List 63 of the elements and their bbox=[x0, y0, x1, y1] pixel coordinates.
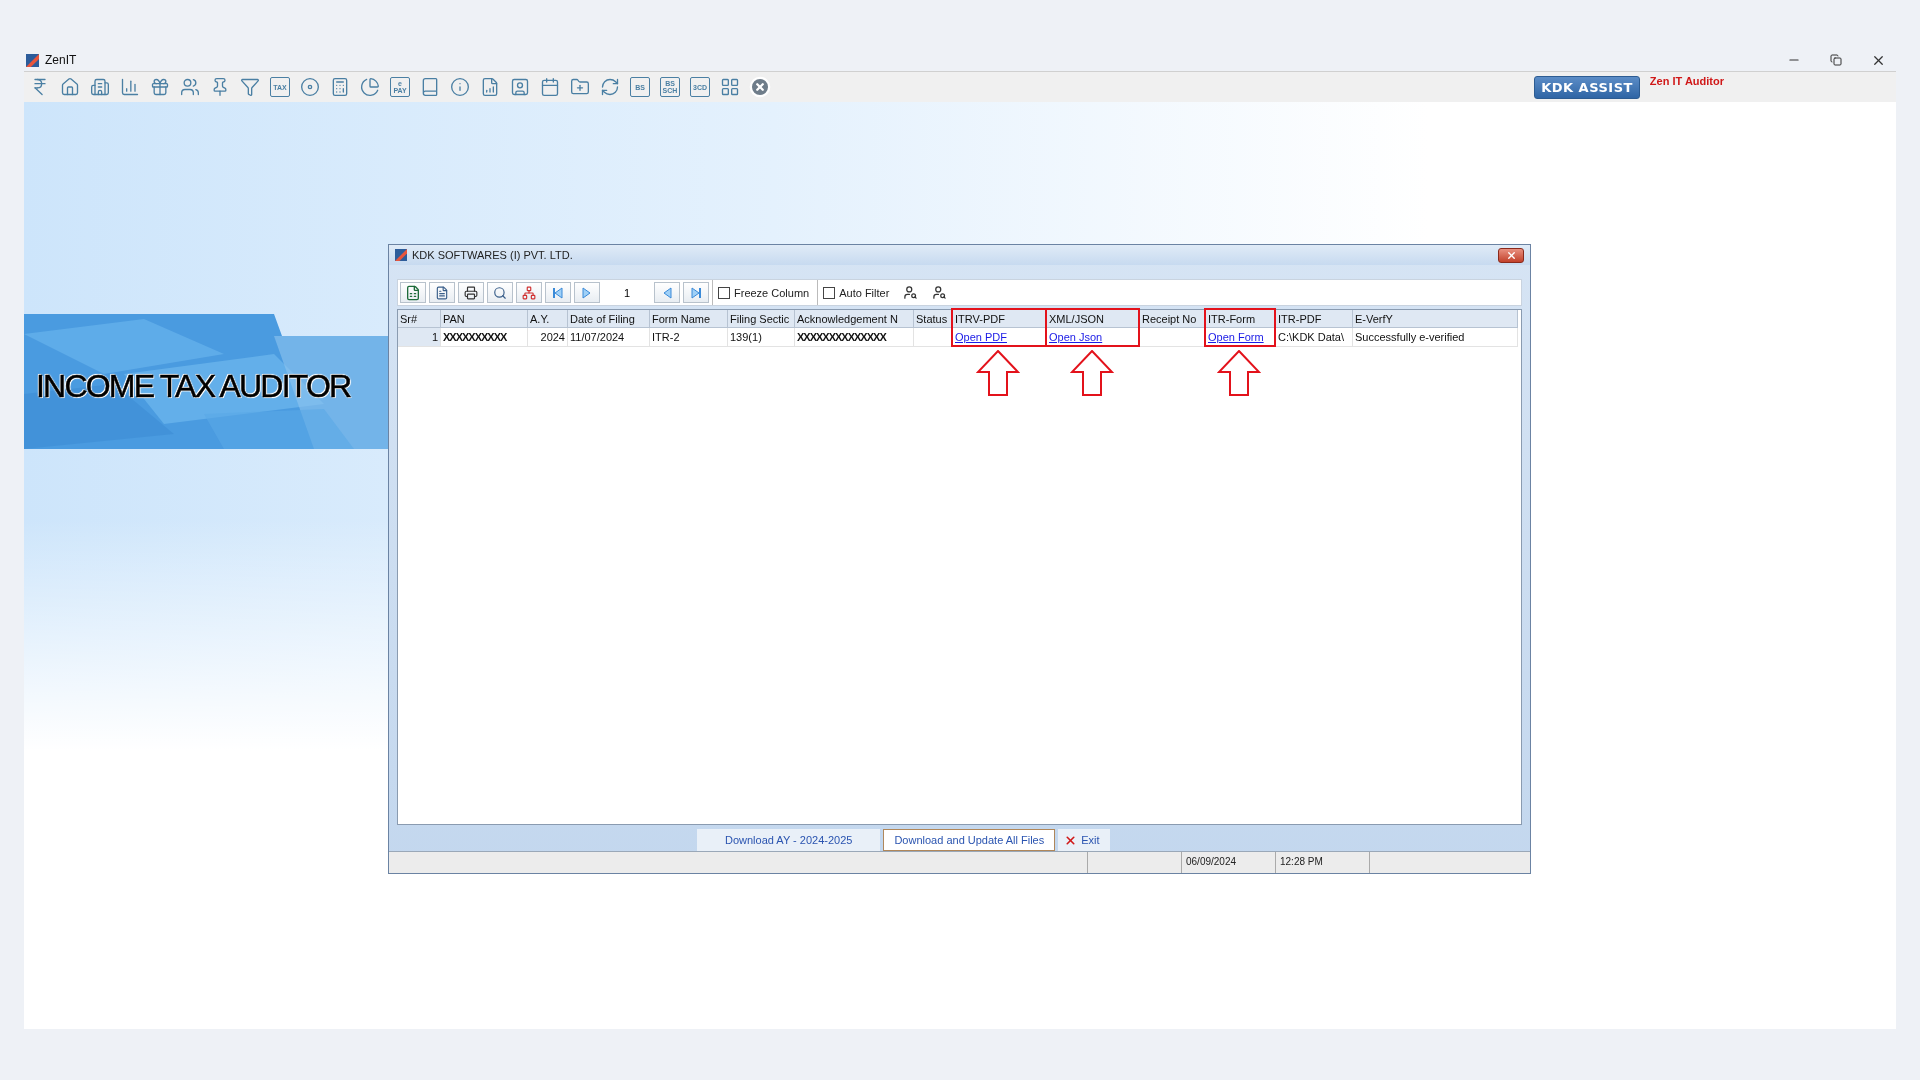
up-arrow bbox=[1217, 350, 1261, 396]
table-cell: 2024 bbox=[528, 328, 568, 347]
spreadsheet-icon[interactable] bbox=[400, 282, 426, 303]
info-icon[interactable] bbox=[448, 75, 472, 99]
column-header[interactable]: Form Name bbox=[650, 310, 728, 328]
table-cell: ITR-2 bbox=[650, 328, 728, 347]
last-page-button[interactable] bbox=[683, 282, 709, 303]
hierarchy-icon[interactable] bbox=[516, 282, 542, 303]
last-page-icon bbox=[690, 286, 702, 299]
printer-icon[interactable] bbox=[458, 282, 484, 303]
banner-title: INCOME TAX AUDITOR bbox=[36, 368, 351, 405]
dialog-close-button[interactable] bbox=[1498, 247, 1524, 263]
first-page-icon bbox=[552, 286, 564, 299]
open-link[interactable]: Open PDF bbox=[955, 331, 1007, 343]
prev-page-icon bbox=[661, 286, 673, 299]
column-header[interactable]: ITR-PDF bbox=[1276, 310, 1353, 328]
table-cell: Successfully e-verified bbox=[1353, 328, 1518, 347]
first-page-button[interactable] bbox=[545, 282, 571, 303]
table-cell: 11/07/2024 bbox=[568, 328, 650, 347]
up-arrow bbox=[1069, 350, 1114, 396]
pie-chart-icon[interactable] bbox=[358, 75, 382, 99]
previous-page-button[interactable] bbox=[654, 282, 680, 303]
option-checkbox[interactable]: Auto Filter bbox=[817, 280, 895, 305]
close-icon bbox=[1505, 249, 1517, 261]
status-text: 12:28 PM bbox=[1276, 852, 1370, 873]
column-header[interactable]: E-VerfY bbox=[1353, 310, 1518, 328]
table-cell: 1 bbox=[398, 328, 441, 347]
column-header[interactable]: Status bbox=[914, 310, 953, 328]
column-header[interactable]: PAN bbox=[441, 310, 528, 328]
restore-icon[interactable] bbox=[1830, 54, 1842, 66]
column-header[interactable]: Acknowledgement N bbox=[795, 310, 914, 328]
search-icon[interactable] bbox=[487, 282, 513, 303]
dialog-title: KDK SOFTWARES (I) PVT. LTD. bbox=[412, 249, 573, 261]
column-header[interactable]: A.Y. bbox=[528, 310, 568, 328]
column-header[interactable]: ITR-Form bbox=[1206, 310, 1276, 328]
exit-button[interactable]: Exit bbox=[1058, 829, 1110, 851]
option-checkbox[interactable]: Freeze Column bbox=[712, 280, 815, 305]
document-icon[interactable] bbox=[429, 282, 455, 303]
table-cell: C:\KDK Data\ bbox=[1276, 328, 1353, 347]
column-header[interactable]: XML/JSON bbox=[1047, 310, 1140, 328]
column-header[interactable]: Filing Sectic bbox=[728, 310, 795, 328]
column-header[interactable]: Sr# bbox=[398, 310, 441, 328]
app-logo-icon bbox=[395, 249, 407, 261]
table-cell: XXXXXXXXXXXXXX bbox=[795, 328, 914, 347]
product-name: Zen IT Auditor bbox=[1649, 75, 1724, 87]
disc-icon[interactable] bbox=[298, 75, 322, 99]
assist-button[interactable]: KDK ASSIST bbox=[1534, 75, 1640, 99]
column-header[interactable]: Date of Filing bbox=[568, 310, 650, 328]
column-header[interactable]: Receipt No bbox=[1140, 310, 1206, 328]
next-page-button[interactable] bbox=[574, 282, 600, 303]
app-logo-icon bbox=[26, 53, 39, 67]
status-text: 06/09/2024 bbox=[1182, 852, 1276, 873]
download-tab[interactable]: Download AY - 2024-2025 bbox=[697, 829, 881, 851]
next-page-icon bbox=[581, 286, 593, 299]
open-link[interactable]: Open Json bbox=[1049, 331, 1103, 343]
window-title: ZenIT bbox=[45, 53, 77, 67]
table-cell: 139(1) bbox=[728, 328, 795, 347]
table-cell: XXXXXXXXXX bbox=[441, 328, 528, 347]
open-link[interactable]: Open Form bbox=[1208, 331, 1264, 343]
page-number: 1 bbox=[622, 286, 632, 299]
column-header[interactable]: ITRV-PDF bbox=[953, 310, 1047, 328]
up-arrow bbox=[976, 350, 1020, 396]
download-button[interactable]: Download and Update All Files bbox=[883, 829, 1056, 851]
